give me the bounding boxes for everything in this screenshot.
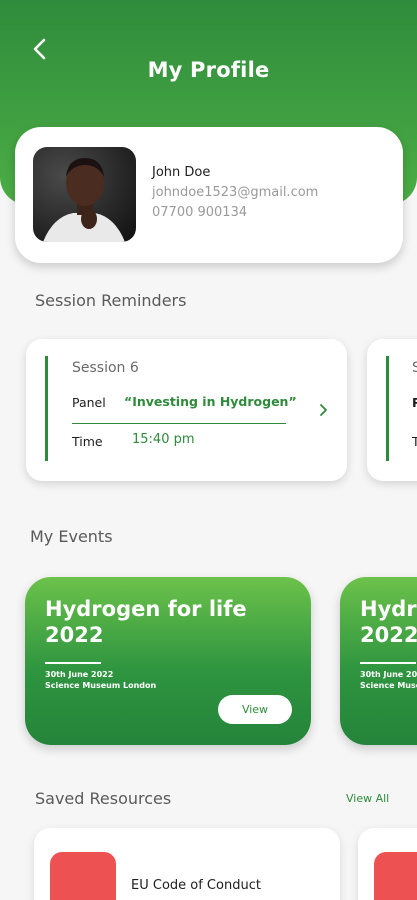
event-card[interactable]: Hydrogen for life 2022 30th June 2022 Sc… [25, 577, 311, 745]
view-button[interactable]: View [218, 695, 292, 724]
session-name: Session 6 [72, 360, 139, 376]
session-card[interactable]: S P T [367, 339, 417, 481]
event-date: 30th June 2022 [45, 670, 114, 679]
resource-title: EU Code of Conduct [131, 878, 261, 893]
event-title: Hydrogen for life 2022 [360, 597, 417, 647]
profile-name: John Doe [152, 165, 211, 180]
profile-phone: 07700 900134 [152, 205, 248, 220]
section-title-session-reminders: Session Reminders [35, 291, 187, 310]
panel-label: P [412, 395, 417, 410]
panel-label: Panel [72, 395, 106, 410]
session-name: S [412, 360, 417, 376]
profile-card[interactable]: John Doe johndoe1523@gmail.com 07700 900… [15, 127, 403, 263]
event-venue: Science Museum London [360, 681, 417, 690]
resource-thumbnail [50, 852, 116, 900]
section-title-saved-resources: Saved Resources [35, 789, 172, 808]
time-label: Time [72, 434, 103, 449]
panel-value: “Investing in Hydrogen” [124, 394, 297, 409]
view-all-link[interactable]: View All [346, 792, 389, 805]
resource-thumbnail [374, 852, 417, 900]
time-value: 15:40 pm [132, 432, 195, 447]
event-venue: Science Museum London [45, 681, 157, 690]
session-card[interactable]: Session 6 Panel “Investing in Hydrogen” … [26, 339, 347, 481]
event-date: 30th June 2022 [360, 670, 417, 679]
resource-card[interactable] [358, 828, 417, 900]
chevron-right-icon[interactable] [316, 399, 332, 421]
section-title-my-events: My Events [30, 527, 113, 546]
event-divider [45, 662, 101, 664]
session-accent-bar [386, 356, 389, 461]
event-title: Hydrogen for life 2022 [45, 597, 247, 647]
session-divider [72, 423, 286, 424]
event-divider [360, 662, 416, 664]
avatar [33, 147, 136, 242]
profile-screen: My Profile John Doe johndoe1523@gmail.co… [0, 0, 417, 900]
page-title: My Profile [147, 58, 270, 82]
time-label: T [412, 434, 417, 449]
resource-card[interactable]: EU Code of Conduct [34, 828, 340, 900]
profile-email: johndoe1523@gmail.com [152, 185, 319, 200]
session-accent-bar [45, 356, 48, 461]
event-card[interactable]: Hydrogen for life 2022 30th June 2022 Sc… [340, 577, 417, 745]
